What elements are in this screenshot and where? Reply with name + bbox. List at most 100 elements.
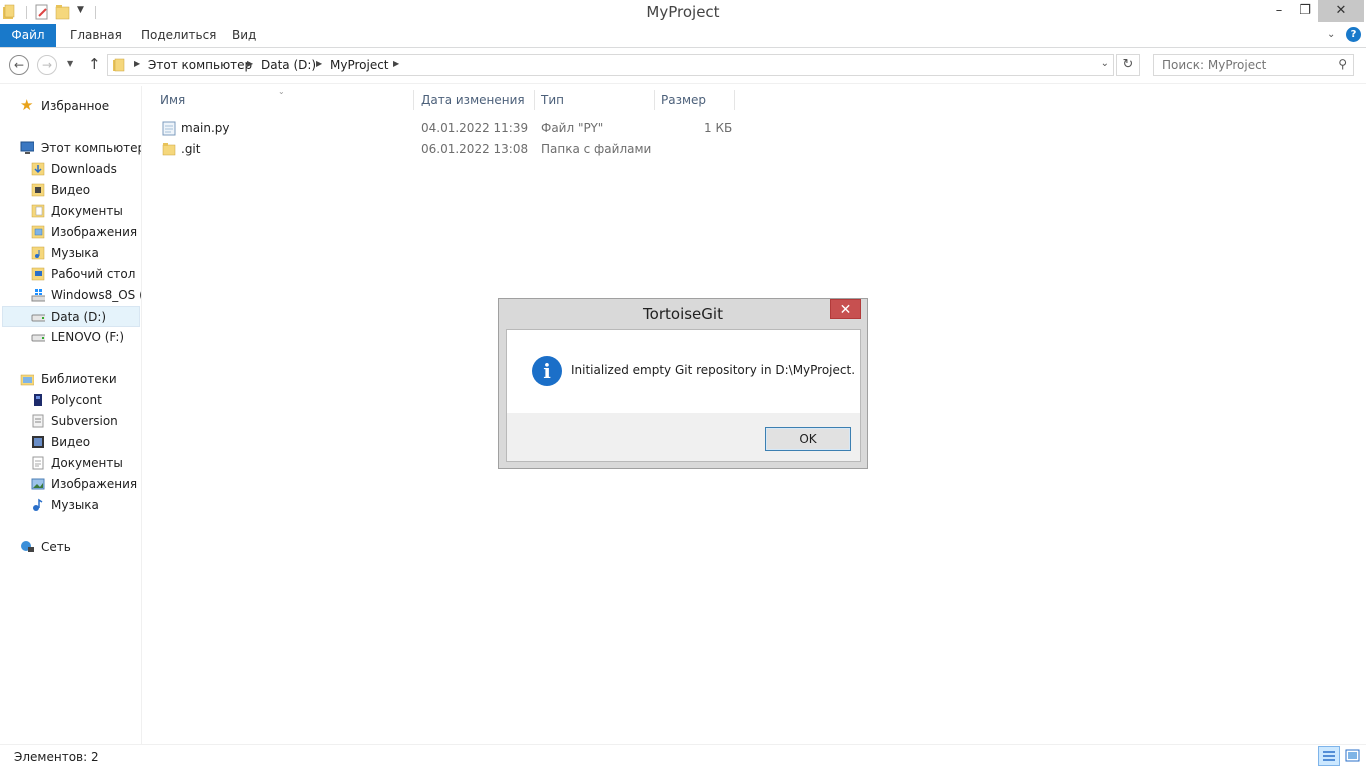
breadcrumb-myproject[interactable]: MyProject: [330, 58, 389, 72]
nav-music[interactable]: Музыка: [0, 243, 141, 264]
nav-label: Изображения: [51, 477, 138, 491]
nav-this-pc[interactable]: Этот компьютер: [0, 138, 141, 159]
restore-button[interactable]: ❐: [1292, 0, 1318, 22]
dialog-close-button[interactable]: ✕: [830, 299, 861, 319]
breadcrumb-arrow-icon[interactable]: ▶: [316, 59, 322, 68]
downloads-folder-icon: [31, 162, 45, 176]
folder-icon: [162, 143, 176, 156]
nav-label: LENOVO (F:): [51, 330, 125, 344]
document-library-icon: [32, 456, 44, 470]
back-button[interactable]: ←: [9, 55, 29, 75]
drive-icon: [31, 314, 45, 322]
nav-label: Музыка: [51, 246, 99, 260]
nav-label: Видео: [51, 183, 91, 197]
breadcrumb-data-drive[interactable]: Data (D:): [261, 58, 316, 72]
music-folder-icon: [31, 246, 45, 260]
nav-lib-pictures[interactable]: Изображения: [0, 474, 141, 495]
tab-file[interactable]: Файл: [0, 24, 56, 47]
tab-home[interactable]: Главная: [56, 24, 136, 47]
details-view-icon: [1323, 751, 1335, 761]
tab-share[interactable]: Поделиться: [127, 24, 230, 47]
tab-view[interactable]: Вид: [218, 24, 270, 47]
py-file-icon: [162, 121, 176, 136]
picture-library-icon: [31, 478, 45, 490]
nav-drive-c[interactable]: Windows8_OS (C: [0, 285, 141, 306]
window-title: MyProject: [646, 3, 720, 21]
network-icon: [21, 541, 34, 552]
documents-folder-icon: [31, 204, 45, 218]
details-view-button[interactable]: [1318, 746, 1340, 766]
search-icon[interactable]: ⚲: [1338, 57, 1347, 71]
nav-label: Windows8_OS (C: [51, 288, 141, 302]
windows-drive-icon: [31, 289, 45, 302]
ok-button[interactable]: OK: [765, 427, 851, 451]
recent-locations-icon[interactable]: ▼: [67, 59, 73, 68]
file-row[interactable]: .git 06.01.2022 13:08 Папка с файлами: [154, 139, 734, 160]
videos-folder-icon: [31, 183, 45, 197]
polycont-icon: [34, 394, 42, 406]
file-size: 1 КБ: [704, 121, 733, 135]
search-input[interactable]: [1154, 55, 1329, 75]
breadcrumb-arrow-icon[interactable]: ▶: [134, 59, 140, 68]
nav-lib-polycont[interactable]: Polycont: [0, 390, 141, 411]
column-header-size[interactable]: Размер: [655, 90, 735, 110]
close-window-button[interactable]: ✕: [1318, 0, 1364, 22]
nav-label: Сеть: [41, 540, 71, 554]
file-type: Файл "PY": [541, 121, 604, 135]
address-bar[interactable]: ▶ Этот компьютер ▶ Data (D:) ▶ MyProject…: [107, 54, 1114, 76]
up-button[interactable]: ↑: [88, 55, 101, 73]
column-header-name[interactable]: Имя ⌄: [154, 87, 414, 110]
nav-drive-d[interactable]: Data (D:): [2, 306, 140, 327]
drive-icon: [31, 334, 45, 342]
large-icons-view-button[interactable]: [1344, 747, 1362, 765]
nav-desktop[interactable]: Рабочий стол: [0, 264, 141, 285]
libraries-icon: [20, 374, 34, 386]
search-box[interactable]: ⚲: [1153, 54, 1354, 76]
nav-network[interactable]: Сеть: [0, 537, 141, 558]
column-header-type[interactable]: Тип: [535, 90, 655, 110]
dialog-body: i Initialized empty Git repository in D:…: [506, 329, 861, 462]
desktop-folder-icon: [31, 267, 45, 281]
music-library-icon: [33, 498, 43, 511]
file-date: 04.01.2022 11:39: [421, 121, 529, 135]
address-dropdown-icon[interactable]: ⌄: [1101, 58, 1109, 69]
dialog-title: TortoiseGit: [643, 305, 723, 323]
file-name: .git: [181, 142, 201, 156]
dialog-message: Initialized empty Git repository in D:\M…: [571, 363, 856, 377]
navigation-pane: ★ Избранное Этот компьютер Downloads Вид…: [0, 86, 142, 744]
nav-label: Избранное: [41, 99, 110, 113]
column-label: Имя: [160, 93, 186, 107]
tortoisegit-dialog: TortoiseGit ✕ i Initialized empty Git re…: [498, 298, 868, 469]
refresh-button[interactable]: ↻: [1116, 54, 1140, 76]
nav-label: Downloads: [51, 162, 117, 176]
nav-lib-music[interactable]: Музыка: [0, 495, 141, 516]
nav-favorites[interactable]: ★ Избранное: [0, 96, 141, 117]
nav-videos[interactable]: Видео: [0, 180, 141, 201]
ribbon-expand-icon[interactable]: ⌄: [1327, 29, 1335, 40]
column-header-date[interactable]: Дата изменения: [415, 90, 535, 110]
nav-lib-videos[interactable]: Видео: [0, 432, 141, 453]
nav-lib-documents[interactable]: Документы: [0, 453, 141, 474]
nav-documents[interactable]: Документы: [0, 201, 141, 222]
computer-icon: [20, 141, 34, 154]
nav-drive-f[interactable]: LENOVO (F:): [0, 327, 141, 348]
title-bar: ▼ MyProject – ❐ ✕: [0, 0, 1366, 24]
nav-libraries[interactable]: Библиотеки: [0, 369, 141, 390]
nav-lib-subversion[interactable]: Subversion: [0, 411, 141, 432]
items-count: Элементов: 2: [14, 750, 99, 764]
help-icon[interactable]: ?: [1346, 27, 1361, 42]
nav-label: Subversion: [51, 414, 118, 428]
info-icon: i: [532, 356, 562, 386]
breadcrumb-this-pc[interactable]: Этот компьютер: [148, 58, 252, 72]
status-bar: Элементов: 2: [0, 744, 1366, 768]
minimize-button[interactable]: –: [1266, 0, 1292, 22]
nav-label: Этот компьютер: [41, 141, 141, 155]
nav-pictures[interactable]: Изображения: [0, 222, 141, 243]
large-icons-view-icon: [1345, 749, 1360, 762]
nav-downloads[interactable]: Downloads: [0, 159, 141, 180]
breadcrumb-arrow-icon[interactable]: ▶: [393, 59, 399, 68]
breadcrumb-arrow-icon[interactable]: ▶: [247, 59, 253, 68]
nav-label: Музыка: [51, 498, 99, 512]
forward-button[interactable]: →: [37, 55, 57, 75]
file-row[interactable]: main.py 04.01.2022 11:39 Файл "PY" 1 КБ: [154, 118, 734, 139]
